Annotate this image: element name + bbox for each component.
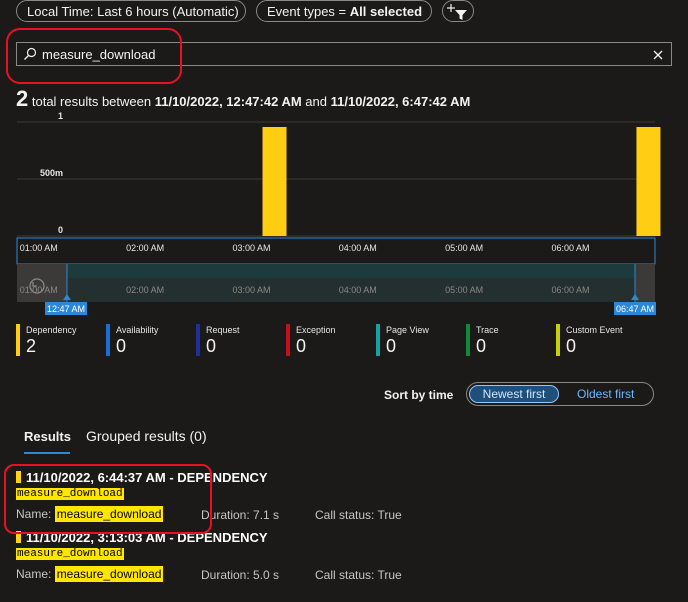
legend-color-bar bbox=[556, 324, 560, 356]
sort-newest-button[interactable]: Newest first bbox=[469, 385, 559, 403]
x-tick-label: 03:00 AM bbox=[232, 243, 270, 253]
tab-grouped-results[interactable]: Grouped results (0) bbox=[86, 428, 207, 444]
y-tick-label: 0 bbox=[58, 225, 63, 235]
result-call-status: Call status: True bbox=[315, 568, 402, 582]
x-tick-label-secondary: 05:00 AM bbox=[445, 285, 483, 295]
x-tick-label-secondary: 06:00 AM bbox=[551, 285, 589, 295]
legend-count: 0 bbox=[386, 336, 397, 356]
result-title[interactable]: 11/10/2022, 6:44:37 AM - DEPENDENCY bbox=[16, 470, 268, 485]
y-tick-label: 1 bbox=[58, 112, 63, 121]
legend-count: 2 bbox=[26, 336, 37, 356]
x-tick-label-secondary: 03:00 AM bbox=[232, 285, 270, 295]
range-selection-band bbox=[66, 264, 636, 278]
dependency-marker bbox=[16, 471, 21, 483]
result-name-field: Name: measure_download bbox=[16, 506, 164, 522]
x-tick-label: 05:00 AM bbox=[445, 243, 483, 253]
event-types-value: All selected bbox=[349, 4, 423, 19]
results-count: 2 bbox=[16, 86, 29, 111]
range-start-label: 12:47 AM bbox=[47, 304, 85, 314]
result-operation-name: measure_download bbox=[16, 548, 124, 560]
time-range-label: Local Time: Last 6 hours (Automatic) bbox=[27, 4, 239, 19]
summary-text-1: total results between bbox=[28, 94, 155, 109]
results-summary: 2 total results between 11/10/2022, 12:4… bbox=[16, 86, 470, 112]
result-title-text: 11/10/2022, 6:44:37 AM - DEPENDENCY bbox=[26, 470, 268, 485]
name-label: Name: bbox=[16, 507, 55, 521]
legend-label: Exception bbox=[296, 325, 336, 335]
x-tick-label-secondary: 02:00 AM bbox=[126, 285, 164, 295]
summary-text-2: and bbox=[301, 94, 331, 109]
legend-color-bar bbox=[196, 324, 200, 356]
result-duration: Duration: 7.1 s bbox=[201, 508, 280, 522]
result-call-status: Call status: True bbox=[315, 508, 402, 522]
chart-bar[interactable] bbox=[636, 127, 661, 236]
add-filter-icon bbox=[447, 4, 467, 20]
legend-count: 0 bbox=[476, 336, 487, 356]
x-tick-label-secondary: 04:00 AM bbox=[339, 285, 377, 295]
legend-label: Dependency bbox=[26, 325, 77, 335]
tab-results[interactable]: Results bbox=[24, 429, 71, 444]
chart-bars bbox=[262, 127, 661, 236]
chart-bar[interactable] bbox=[262, 127, 287, 236]
y-tick-label: 500m bbox=[40, 168, 63, 178]
add-filter-button[interactable] bbox=[442, 0, 474, 22]
event-types-button[interactable]: Event types = All selected bbox=[256, 0, 432, 22]
range-end-label: 06:47 AM bbox=[616, 304, 654, 314]
legend-color-bar bbox=[16, 324, 20, 356]
x-tick-label-secondary: 01:00 AM bbox=[20, 285, 58, 295]
legend-label: Custom Event bbox=[566, 325, 623, 335]
legend-color-bar bbox=[466, 324, 470, 356]
result-title-text: 11/10/2022, 3:13:03 AM - DEPENDENCY bbox=[26, 530, 268, 545]
legend-color-bar bbox=[376, 324, 380, 356]
legend-label: Trace bbox=[476, 325, 499, 335]
chart-grid bbox=[17, 121, 655, 237]
dependency-marker bbox=[16, 531, 21, 543]
legend-count: 0 bbox=[206, 336, 217, 356]
x-tick-label: 06:00 AM bbox=[551, 243, 589, 253]
search-value: measure_download bbox=[42, 47, 156, 62]
legend-count: 0 bbox=[116, 336, 127, 356]
name-value: measure_download bbox=[54, 566, 164, 582]
sort-label: Sort by time bbox=[384, 388, 454, 402]
summary-to: 11/10/2022, 6:47:42 AM bbox=[330, 94, 471, 109]
legend-label: Request bbox=[206, 325, 240, 335]
x-tick-label: 04:00 AM bbox=[339, 243, 377, 253]
x-tick-label: 02:00 AM bbox=[126, 243, 164, 253]
result-title[interactable]: 11/10/2022, 3:13:03 AM - DEPENDENCY bbox=[16, 530, 268, 545]
result-name-field: Name: measure_download bbox=[16, 566, 164, 582]
clear-search-icon[interactable] bbox=[653, 50, 663, 60]
summary-from: 11/10/2022, 12:47:42 AM bbox=[154, 94, 302, 109]
legend-label: Page View bbox=[386, 325, 429, 335]
search-icon bbox=[24, 47, 37, 60]
chart-y-ticks: 1 500m 0 bbox=[40, 112, 63, 235]
time-range-button[interactable]: Local Time: Last 6 hours (Automatic) bbox=[16, 0, 246, 22]
events-chart: 1500m0 01:00 AM 02:00 AM 03:00 AM 04:00 AM 0… bbox=[16, 112, 661, 315]
x-tick-label: 01:00 AM bbox=[20, 243, 58, 253]
tab-results-underline bbox=[24, 452, 70, 454]
legend-label: Availability bbox=[116, 325, 159, 335]
legend-color-bar bbox=[106, 324, 110, 356]
legend-color-bar bbox=[286, 324, 290, 356]
name-label: Name: bbox=[16, 567, 55, 581]
event-types-prefix: Event types = bbox=[267, 4, 350, 19]
range-right-shade bbox=[635, 264, 655, 302]
sort-toggle[interactable]: Newest first Oldest first bbox=[466, 382, 654, 406]
search-input[interactable]: measure_download bbox=[16, 42, 672, 66]
result-duration: Duration: 5.0 s bbox=[201, 568, 280, 582]
name-value: measure_download bbox=[54, 506, 164, 522]
legend-count: 0 bbox=[296, 336, 307, 356]
range-left-shade bbox=[17, 264, 67, 302]
result-operation-name: measure_download bbox=[16, 488, 124, 500]
sort-oldest-button[interactable]: Oldest first bbox=[577, 387, 634, 401]
chart-x-ticks: 01:00 AM 02:00 AM 03:00 AM 04:00 AM 05:00 AM… bbox=[20, 243, 590, 253]
legend-count: 0 bbox=[566, 336, 577, 356]
